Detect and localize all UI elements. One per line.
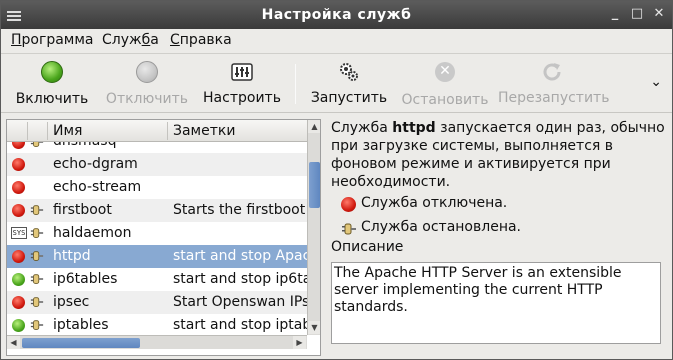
table-row[interactable]: httpd start and stop Apach: [7, 245, 307, 268]
red-status-icon: [12, 142, 25, 149]
red-status-icon: [12, 158, 25, 171]
service-name-cell: ipsec: [53, 294, 90, 310]
plug-icon: [30, 272, 44, 286]
menubar: Программа Служба Справка: [1, 29, 672, 51]
services-window: Настройка служб _ □ ✕ Программа Служба С…: [0, 0, 673, 360]
maximize-icon[interactable]: □: [629, 7, 645, 23]
start-label: Запустить: [310, 90, 388, 106]
table-row[interactable]: ip6tables start and stop ip6tat: [7, 268, 307, 291]
plug-icon: [30, 142, 44, 149]
horizontal-scrollbar[interactable]: ◀ ▶: [7, 335, 307, 349]
column-name[interactable]: Имя: [53, 123, 82, 139]
close-icon[interactable]: ✕: [651, 7, 667, 23]
service-name-cell: httpd: [53, 248, 91, 264]
column-notes[interactable]: Заметки: [173, 123, 235, 139]
service-name-cell: haldaemon: [53, 225, 132, 241]
titlebar: Настройка служб _ □ ✕: [1, 1, 672, 29]
service-name-cell: echo-dgram: [53, 156, 138, 172]
chevron-down-icon[interactable]: ⌄: [650, 74, 662, 90]
plug-icon: [30, 226, 44, 240]
scroll-right-icon[interactable]: ▶: [293, 336, 306, 349]
vertical-scrollbar[interactable]: ▲ ▼: [307, 120, 320, 335]
service-info: Служба httpd запускается один раз, обычн…: [331, 120, 665, 190]
service-list: Имя Заметки dnsmasq echo-dgram echo-stream…: [6, 119, 321, 356]
plug-icon: [30, 295, 44, 309]
menu-service[interactable]: Служба: [102, 32, 159, 48]
service-name-cell: iptables: [53, 317, 109, 333]
plug-icon: [30, 318, 44, 332]
table-row[interactable]: SYS haldaemon: [7, 222, 307, 245]
stop-button[interactable]: ✕ Остановить: [401, 60, 489, 108]
red-status-icon: [12, 181, 25, 194]
plug-icon: [341, 221, 357, 241]
table-row[interactable]: firstboot Starts the firstboot c: [7, 199, 307, 222]
red-status-icon: [12, 204, 25, 217]
service-note-cell: Start Openswan IPse: [173, 294, 307, 310]
customize-button[interactable]: Настроить: [203, 60, 281, 106]
description-box[interactable]: The Apache HTTP Server is an extensible …: [331, 262, 661, 344]
disable-label: Отключить: [105, 91, 189, 107]
red-status-icon: [12, 250, 25, 263]
restart-button[interactable]: Перезапустить: [498, 60, 610, 106]
restart-label: Перезапустить: [498, 90, 610, 106]
window-title: Настройка служб: [261, 7, 412, 23]
toolbar-separator: [295, 64, 296, 104]
service-name-cell: ip6tables: [53, 271, 118, 287]
enable-button[interactable]: Включить: [15, 60, 89, 107]
service-name-cell: echo-stream: [53, 179, 142, 195]
status-disabled: Служба отключена.: [331, 195, 669, 217]
scroll-thumb[interactable]: [309, 162, 320, 208]
refresh-icon: [540, 60, 564, 84]
start-button[interactable]: Запустить: [309, 60, 389, 106]
scroll-left-icon[interactable]: ◀: [7, 336, 20, 349]
green-status-icon: [12, 319, 25, 332]
service-type-icon: SYS: [11, 227, 27, 239]
red-status-icon: [341, 197, 356, 212]
hscroll-thumb[interactable]: [22, 338, 140, 348]
red-status-icon: [12, 296, 25, 309]
service-name-cell: firstboot: [53, 202, 112, 218]
details-pane: Служба httpd запускается один раз, обычн…: [331, 119, 669, 359]
customize-label: Настроить: [203, 90, 281, 106]
table-row[interactable]: iptables start and stop iptabl: [7, 314, 307, 337]
service-note-cell: Starts the firstboot c: [173, 202, 307, 218]
service-note-cell: start and stop Apach: [173, 248, 307, 264]
table-row[interactable]: echo-stream: [7, 176, 307, 199]
table-row[interactable]: echo-dgram: [7, 153, 307, 176]
customize-icon: [230, 60, 254, 84]
green-status-icon: [12, 273, 25, 286]
service-name: httpd: [392, 120, 436, 136]
status-stopped: Служба остановлена.: [331, 219, 669, 241]
disable-icon: [135, 61, 159, 85]
list-header: Имя Заметки: [7, 120, 307, 142]
service-note-cell: start and stop ip6tat: [173, 271, 307, 287]
stop-icon: ✕: [433, 62, 457, 86]
menu-program[interactable]: Программа: [11, 32, 94, 48]
disable-button[interactable]: Отключить: [105, 60, 189, 107]
scroll-down-icon[interactable]: ▼: [308, 321, 320, 334]
service-name-cell: dnsmasq: [53, 142, 116, 149]
enable-icon: [40, 61, 64, 85]
menu-help[interactable]: Справка: [170, 32, 232, 48]
enable-label: Включить: [15, 91, 89, 107]
description-label: Описание: [331, 239, 404, 255]
gears-icon: [337, 60, 361, 84]
toolbar: Включить Отключить Настроить Запустить ✕…: [1, 53, 672, 113]
scroll-up-icon[interactable]: ▲: [308, 120, 320, 133]
plug-icon: [30, 249, 44, 263]
service-note-cell: start and stop iptabl: [173, 317, 307, 333]
stop-label: Остановить: [401, 92, 489, 108]
minimize-icon[interactable]: _: [607, 7, 623, 23]
description-text: The Apache HTTP Server is an extensible …: [334, 265, 622, 315]
plug-icon: [30, 203, 44, 217]
table-row[interactable]: ipsec Start Openswan IPse: [7, 291, 307, 314]
